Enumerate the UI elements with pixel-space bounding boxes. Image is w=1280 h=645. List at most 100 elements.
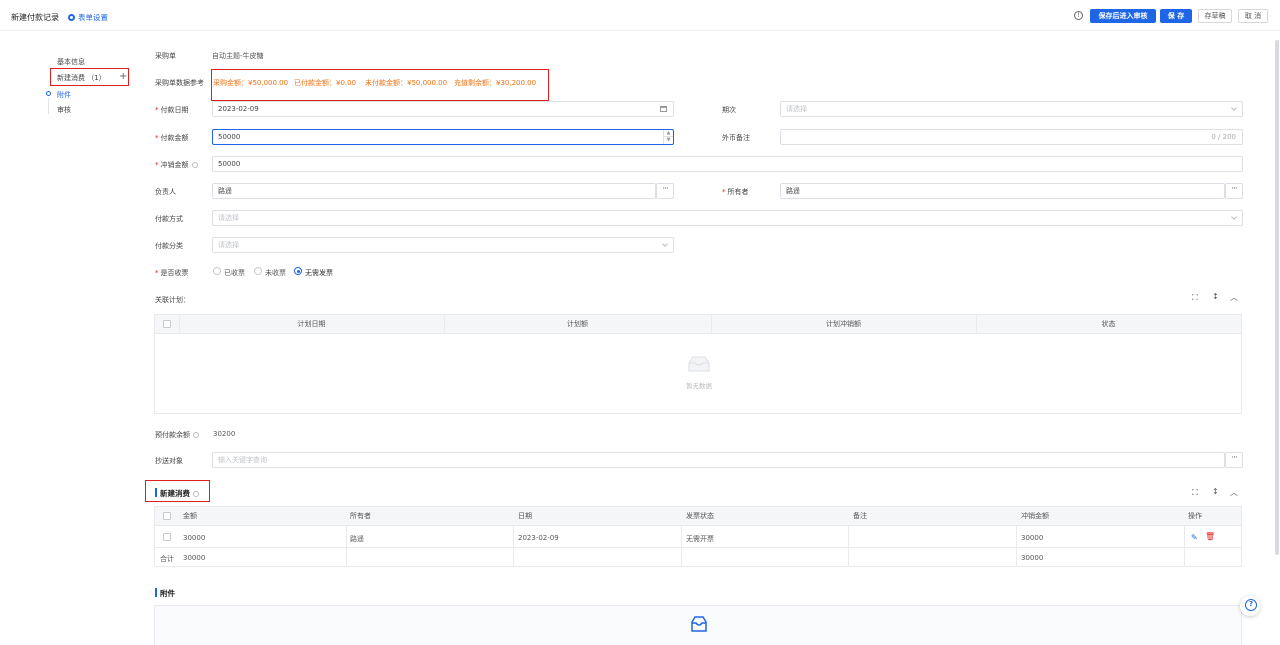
plus-icon[interactable]: + bbox=[119, 71, 127, 82]
pay-date-label: * 付款日期 bbox=[155, 106, 189, 114]
nav-item-basic-info[interactable]: 基本信息 bbox=[57, 57, 85, 67]
holder-input[interactable]: 路遥 bbox=[780, 183, 1225, 199]
table-header: 金额 所有者 日期 发票状态 备注 冲销金额 操作 bbox=[155, 507, 1241, 526]
top-bar: 新建付款记录 表单设置 ! 保存后进入审核 保 存 存草稿 取 消 bbox=[0, 0, 1280, 31]
cell-owner: 路遥 bbox=[350, 535, 364, 543]
section-marker bbox=[155, 588, 157, 597]
consume-section-title: 新建消费 bbox=[160, 488, 199, 499]
expand-icon[interactable]: ↕ bbox=[1212, 487, 1219, 496]
expand-icon[interactable]: ↕ bbox=[1212, 292, 1219, 301]
fx-note-label: 外币备注 bbox=[722, 134, 750, 142]
row-checkbox[interactable] bbox=[163, 533, 171, 541]
pay-amount-label: * 付款金额 bbox=[155, 134, 189, 142]
col-plan-date: 计划日期 bbox=[297, 320, 326, 328]
chevron-down-icon bbox=[1231, 105, 1237, 111]
pay-amount-input[interactable]: 50000 ▲ ▼ bbox=[212, 129, 674, 145]
cc-input[interactable]: 输入关键字查询 bbox=[212, 452, 1225, 468]
pay-method-label: 付款方式 bbox=[155, 215, 183, 223]
help-icon[interactable] bbox=[191, 162, 198, 168]
nav-item-review[interactable]: 审核 bbox=[57, 105, 71, 115]
invoice-radio-received[interactable] bbox=[213, 267, 221, 275]
total-offset: 30000 bbox=[1021, 554, 1044, 562]
cell-date: 2023-02-09 bbox=[518, 534, 559, 542]
offset-amount-input[interactable]: 50000 bbox=[212, 156, 1243, 172]
total-label: 合计 bbox=[160, 555, 174, 563]
edit-icon[interactable]: ✎ bbox=[1191, 533, 1198, 542]
collapse-up-icon[interactable]: ︿ bbox=[1230, 487, 1238, 498]
page-title: 新建付款记录 bbox=[11, 13, 59, 22]
chevron-down-icon bbox=[1231, 214, 1237, 220]
holder-picker-button[interactable]: ··· bbox=[1225, 183, 1243, 199]
invoice-radio-not-received-label: 未收票 bbox=[265, 269, 286, 277]
fullscreen-icon[interactable]: ⛶ bbox=[1192, 488, 1198, 498]
holder-label: * 所有者 bbox=[722, 188, 749, 196]
fullscreen-icon[interactable]: ⛶ bbox=[1192, 293, 1198, 303]
select-all-checkbox[interactable] bbox=[163, 320, 171, 328]
pay-date-input[interactable]: 2023-02-09 bbox=[212, 101, 674, 117]
save-and-review-button[interactable]: 保存后进入审核 bbox=[1090, 9, 1156, 23]
col-status: 状态 bbox=[1101, 320, 1116, 328]
invoice-radio-not-needed[interactable] bbox=[294, 267, 302, 275]
period-select[interactable]: 请选择 bbox=[780, 101, 1243, 117]
pay-category-label: 付款分类 bbox=[155, 242, 183, 250]
purchase-order-label: 采购单 bbox=[155, 52, 176, 60]
table-header: 计划日期 计划额 计划冲销额 状态 bbox=[155, 315, 1241, 334]
col-plan-offset: 计划冲销额 bbox=[826, 320, 861, 328]
cell-amount: 30000 bbox=[183, 534, 206, 542]
help-icon[interactable] bbox=[193, 432, 199, 438]
collapse-up-icon[interactable]: ︿ bbox=[1230, 292, 1238, 303]
owner-person-picker-button[interactable]: ··· bbox=[656, 183, 674, 199]
fx-note-input[interactable]: 0 / 200 bbox=[780, 129, 1243, 145]
help-icon[interactable] bbox=[193, 491, 199, 497]
owner-person-label: 负责人 bbox=[155, 188, 176, 196]
period-label: 期次 bbox=[722, 106, 736, 114]
section-marker bbox=[155, 488, 157, 497]
number-stepper[interactable]: ▲ ▼ bbox=[663, 130, 673, 144]
total-amount: 30000 bbox=[183, 554, 206, 562]
invoice-radio-not-needed-label: 无需发票 bbox=[305, 269, 333, 277]
col-plan-amount: 计划额 bbox=[567, 320, 588, 328]
col-remark: 备注 bbox=[853, 512, 867, 520]
help-button[interactable] bbox=[1240, 596, 1260, 616]
delete-icon[interactable]: 🗑 bbox=[1205, 532, 1215, 541]
owner-person-input[interactable]: 路遥 bbox=[212, 183, 656, 199]
attach-section-title: 附件 bbox=[160, 589, 175, 598]
pay-category-select[interactable]: 请选择 bbox=[212, 237, 674, 253]
invoice-label: * 是否收票 bbox=[155, 269, 189, 277]
col-invoice-status: 发票状态 bbox=[686, 512, 714, 520]
chevron-down-icon bbox=[662, 241, 668, 247]
cc-label: 抄送对象 bbox=[155, 457, 183, 465]
prepay-balance-value: 30200 bbox=[213, 430, 236, 438]
invoice-radio-not-received[interactable] bbox=[254, 267, 262, 275]
purchase-order-value: 自动主题-牛皮糖 bbox=[212, 52, 264, 60]
col-owner: 所有者 bbox=[350, 512, 371, 520]
scrollbar[interactable] bbox=[1275, 40, 1279, 555]
pay-method-select[interactable]: 请选择 bbox=[212, 210, 1243, 226]
info-icon[interactable]: ! bbox=[1074, 11, 1083, 20]
recharge-balance-text: 充值剩余额：¥30,200.00 bbox=[454, 79, 537, 87]
nav-active-dot-icon bbox=[46, 91, 51, 96]
draft-button[interactable]: 存草稿 bbox=[1198, 9, 1232, 23]
purchase-ref-label: 采购单数据参考 bbox=[155, 79, 204, 87]
cc-picker-button[interactable]: ··· bbox=[1225, 452, 1243, 468]
col-amount: 金额 bbox=[183, 512, 197, 520]
nav-item-new-consume[interactable]: 新建消费 （1） bbox=[57, 73, 106, 83]
purchase-amount-text: 采购金额：¥50,000.00 bbox=[213, 79, 289, 87]
save-button[interactable]: 保 存 bbox=[1160, 9, 1192, 23]
unpaid-amount-text: 未付款金额：¥50,000.00 bbox=[365, 79, 448, 87]
col-offset: 冲销金额 bbox=[1021, 512, 1049, 520]
gear-icon bbox=[68, 14, 75, 21]
char-counter: 0 / 200 bbox=[1211, 133, 1236, 141]
invoice-radio-received-label: 已收票 bbox=[224, 269, 245, 277]
nav-divider bbox=[48, 98, 49, 114]
nav-item-attachment[interactable]: 附件 bbox=[57, 90, 71, 100]
offset-amount-label: * 冲销金额 bbox=[155, 160, 198, 170]
cancel-button[interactable]: 取 消 bbox=[1238, 9, 1268, 23]
col-actions: 操作 bbox=[1188, 512, 1202, 520]
attachment-upload-area[interactable] bbox=[154, 605, 1242, 645]
form-setting-link[interactable]: 表单设置 bbox=[68, 12, 108, 23]
calendar-icon bbox=[660, 106, 667, 112]
form-setting-label: 表单设置 bbox=[78, 13, 108, 22]
consume-table: 金额 所有者 日期 发票状态 备注 冲销金额 操作 30000 路遥 2023-… bbox=[154, 506, 1242, 567]
select-all-checkbox[interactable] bbox=[163, 512, 171, 520]
